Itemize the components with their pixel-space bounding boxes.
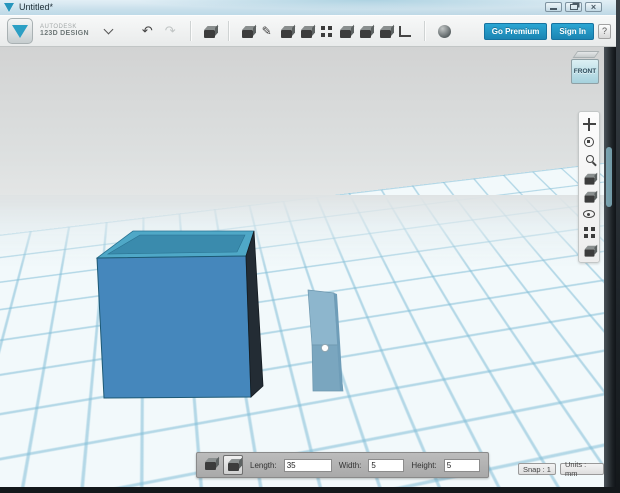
- toolbar-separator: [423, 21, 425, 41]
- transform-icon[interactable]: [203, 29, 215, 38]
- undo-button[interactable]: ↶: [142, 25, 153, 38]
- go-premium-button[interactable]: Go Premium: [483, 22, 548, 40]
- rectangular-bar[interactable]: [307, 289, 344, 392]
- construct-icon[interactable]: [280, 29, 292, 38]
- units-setting[interactable]: Units : mm: [560, 460, 604, 478]
- fit-icon: [584, 176, 594, 185]
- sign-in-button[interactable]: Sign In: [551, 22, 594, 40]
- main-toolbar: AUTODESK 123D DESIGN ↶ ↷ ✎ Go Premium Si…: [0, 15, 616, 47]
- app-menu-button[interactable]: [7, 18, 33, 44]
- view-mode-button[interactable]: [579, 187, 599, 205]
- pan-button[interactable]: [579, 115, 599, 133]
- visibility-button[interactable]: [579, 205, 599, 223]
- height-input[interactable]: [443, 458, 480, 472]
- navigation-sidebar: [578, 111, 600, 263]
- box-type-button[interactable]: [223, 455, 243, 475]
- pattern-icon[interactable]: [320, 25, 332, 37]
- bar-upper-face[interactable]: [307, 289, 339, 346]
- close-button[interactable]: ×: [585, 2, 602, 12]
- brand-line1: AUTODESK: [40, 23, 77, 30]
- box-primitive-icon[interactable]: [205, 461, 216, 470]
- title-bar: Untitled* ×: [0, 0, 616, 16]
- modify-icon[interactable]: [300, 29, 312, 38]
- app-window: Untitled* × AUTODESK 123D DESIGN ↶ ↷ ✎ G…: [0, 0, 616, 487]
- app-logo-icon: [12, 24, 28, 38]
- brand-line2: 123D DESIGN: [40, 30, 89, 38]
- box-type-icon: [227, 462, 239, 471]
- restore-icon: [569, 4, 578, 10]
- minimize-button[interactable]: [545, 2, 562, 12]
- ruler-icon[interactable]: [398, 25, 411, 37]
- hollow-box[interactable]: [95, 230, 264, 399]
- height-label: Height:: [411, 460, 437, 470]
- grouping-icon[interactable]: [339, 29, 351, 38]
- app-logo-icon: [4, 3, 14, 12]
- visibility-icon: [583, 210, 595, 218]
- scene-objects: [95, 230, 344, 399]
- view-cube-top-face[interactable]: [572, 51, 600, 58]
- snap-settings-button[interactable]: [579, 241, 599, 259]
- length-label: Length:: [250, 460, 277, 470]
- right-frame: [604, 47, 616, 487]
- zoom-button[interactable]: [579, 151, 599, 169]
- restore-button[interactable]: [565, 2, 582, 12]
- fit-button[interactable]: [579, 169, 599, 187]
- grid-icon: [583, 226, 595, 238]
- primitives-icon[interactable]: [241, 29, 253, 38]
- toolbar-separator: [189, 21, 191, 41]
- view-mode-icon: [584, 194, 594, 203]
- zoom-icon: [586, 155, 594, 163]
- redo-button[interactable]: ↷: [165, 25, 176, 38]
- combine-icon[interactable]: [359, 29, 371, 38]
- sketch-icon[interactable]: ✎: [262, 25, 272, 37]
- snap-icon: [584, 248, 594, 257]
- width-label: Width:: [338, 460, 362, 470]
- material-icon[interactable]: [437, 24, 451, 38]
- primitive-edit-panel: Length: Width: Height:: [196, 452, 489, 478]
- toolbar-separator: [227, 21, 229, 41]
- width-input[interactable]: [368, 458, 405, 472]
- minimize-icon: [550, 7, 557, 10]
- grid-toggle-button[interactable]: [579, 223, 599, 241]
- orbit-button[interactable]: [579, 133, 599, 151]
- snap-point-handle[interactable]: [320, 343, 330, 353]
- viewport[interactable]: FRONT Length: Width: Height:: [0, 47, 604, 487]
- window-title: Untitled*: [19, 2, 54, 12]
- orbit-icon: [584, 137, 594, 147]
- box-front-face[interactable]: [96, 255, 252, 399]
- scrollbar-thumb[interactable]: [606, 147, 612, 207]
- pan-icon: [582, 117, 596, 131]
- help-button[interactable]: ?: [598, 23, 611, 39]
- chevron-down-icon[interactable]: [103, 24, 114, 35]
- view-cube-front-face[interactable]: FRONT: [571, 59, 599, 84]
- view-cube[interactable]: FRONT: [571, 51, 602, 91]
- brand-text: AUTODESK 123D DESIGN: [40, 24, 89, 39]
- snap-setting[interactable]: Snap : 1: [518, 463, 556, 475]
- length-input[interactable]: [283, 458, 332, 472]
- measure-icon[interactable]: [379, 29, 391, 38]
